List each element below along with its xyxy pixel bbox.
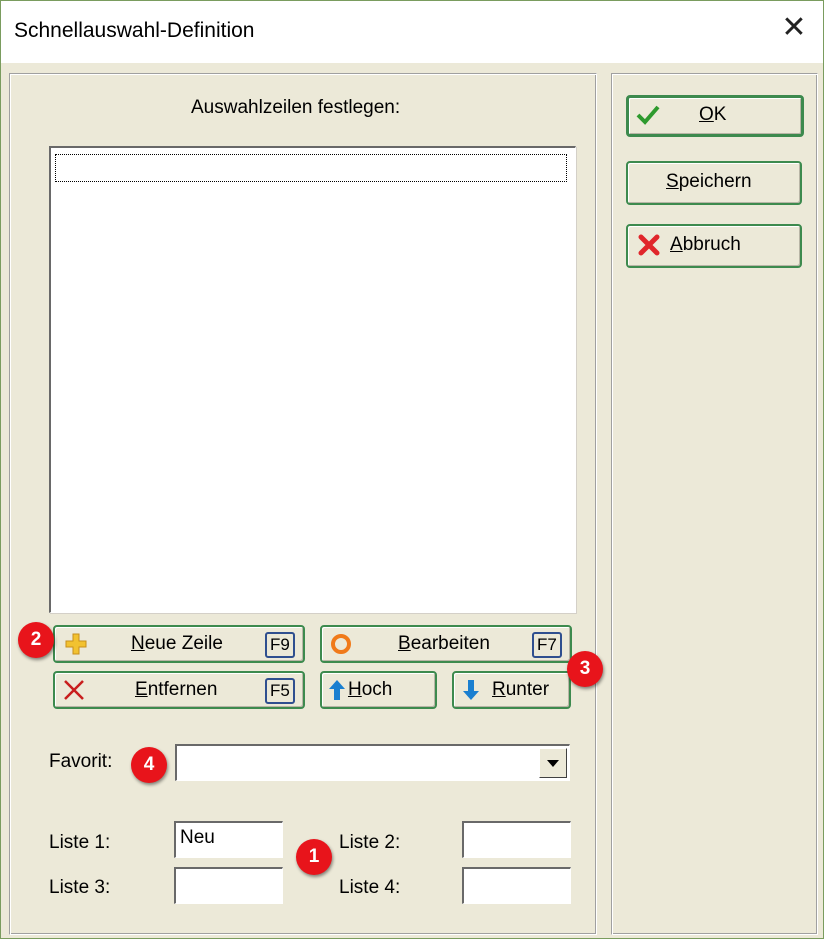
cancel-button[interactable]: Abbruch <box>626 224 802 268</box>
favorite-label: Favorit: <box>49 751 113 772</box>
plus-icon <box>65 633 87 655</box>
check-icon <box>636 105 660 125</box>
list1-label: Liste 1: <box>49 832 111 853</box>
close-icon[interactable]: ✕ <box>779 13 809 43</box>
list1-value: Neu <box>180 827 215 848</box>
remove-mnemonic: E <box>135 679 148 700</box>
move-down-label: unter <box>505 679 550 700</box>
ok-label: K <box>713 104 727 125</box>
move-up-mnemonic: H <box>348 679 362 700</box>
list1-field[interactable]: Neu <box>174 821 283 858</box>
list3-label: Liste 3: <box>49 877 111 898</box>
new-row-label: eue Zeile <box>144 633 223 654</box>
save-button[interactable]: Speichern <box>626 161 802 205</box>
remove-label: ntfernen <box>147 679 218 700</box>
title-bar: Schnellauswahl-Definition ✕ <box>1 1 823 63</box>
selection-rows-listbox[interactable] <box>49 146 576 613</box>
f5-key-badge: F5 <box>265 678 295 704</box>
move-down-mnemonic: R <box>492 679 506 700</box>
move-up-button[interactable]: Hoch <box>320 671 437 709</box>
arrow-down-icon <box>463 680 479 700</box>
move-up-label: och <box>361 679 393 700</box>
chevron-down-icon[interactable] <box>539 748 567 778</box>
edit-mnemonic: B <box>398 633 411 654</box>
annotation-badge-4: 4 <box>131 747 167 783</box>
new-row-mnemonic: N <box>131 633 145 654</box>
move-down-button[interactable]: Runter <box>452 671 571 709</box>
ok-mnemonic: O <box>699 104 714 125</box>
x-icon <box>64 680 84 700</box>
edit-label: earbeiten <box>410 633 490 654</box>
save-mnemonic: S <box>666 171 679 192</box>
annotation-badge-3: 3 <box>567 651 603 687</box>
list4-field[interactable] <box>462 867 571 904</box>
cancel-x-icon <box>638 234 660 256</box>
annotation-badge-1: 1 <box>296 839 332 875</box>
favorite-combobox[interactable] <box>175 744 570 781</box>
arrow-up-icon <box>329 680 345 700</box>
f9-key-badge: F9 <box>265 632 295 658</box>
list4-label: Liste 4: <box>339 877 401 898</box>
edit-ring-icon <box>331 634 351 654</box>
list-item[interactable] <box>55 154 567 182</box>
save-label: peichern <box>678 171 752 192</box>
list2-label: Liste 2: <box>339 832 401 853</box>
window-title: Schnellauswahl-Definition <box>14 19 255 42</box>
list3-field[interactable] <box>174 867 283 904</box>
f7-key-badge: F7 <box>532 632 562 658</box>
dialog-window: Schnellauswahl-Definition ✕ Auswahlzeile… <box>0 0 824 939</box>
annotation-badge-2: 2 <box>18 622 54 658</box>
cancel-mnemonic: A <box>670 234 683 255</box>
list2-field[interactable] <box>462 821 571 858</box>
new-row-button[interactable]: Neue Zeile F9 <box>53 625 305 663</box>
cancel-label: bbruch <box>682 234 741 255</box>
edit-button[interactable]: Bearbeiten F7 <box>320 625 572 663</box>
ok-button[interactable]: OK <box>626 95 804 137</box>
remove-button[interactable]: Entfernen F5 <box>53 671 305 709</box>
list-heading: Auswahlzeilen festlegen: <box>191 97 401 118</box>
